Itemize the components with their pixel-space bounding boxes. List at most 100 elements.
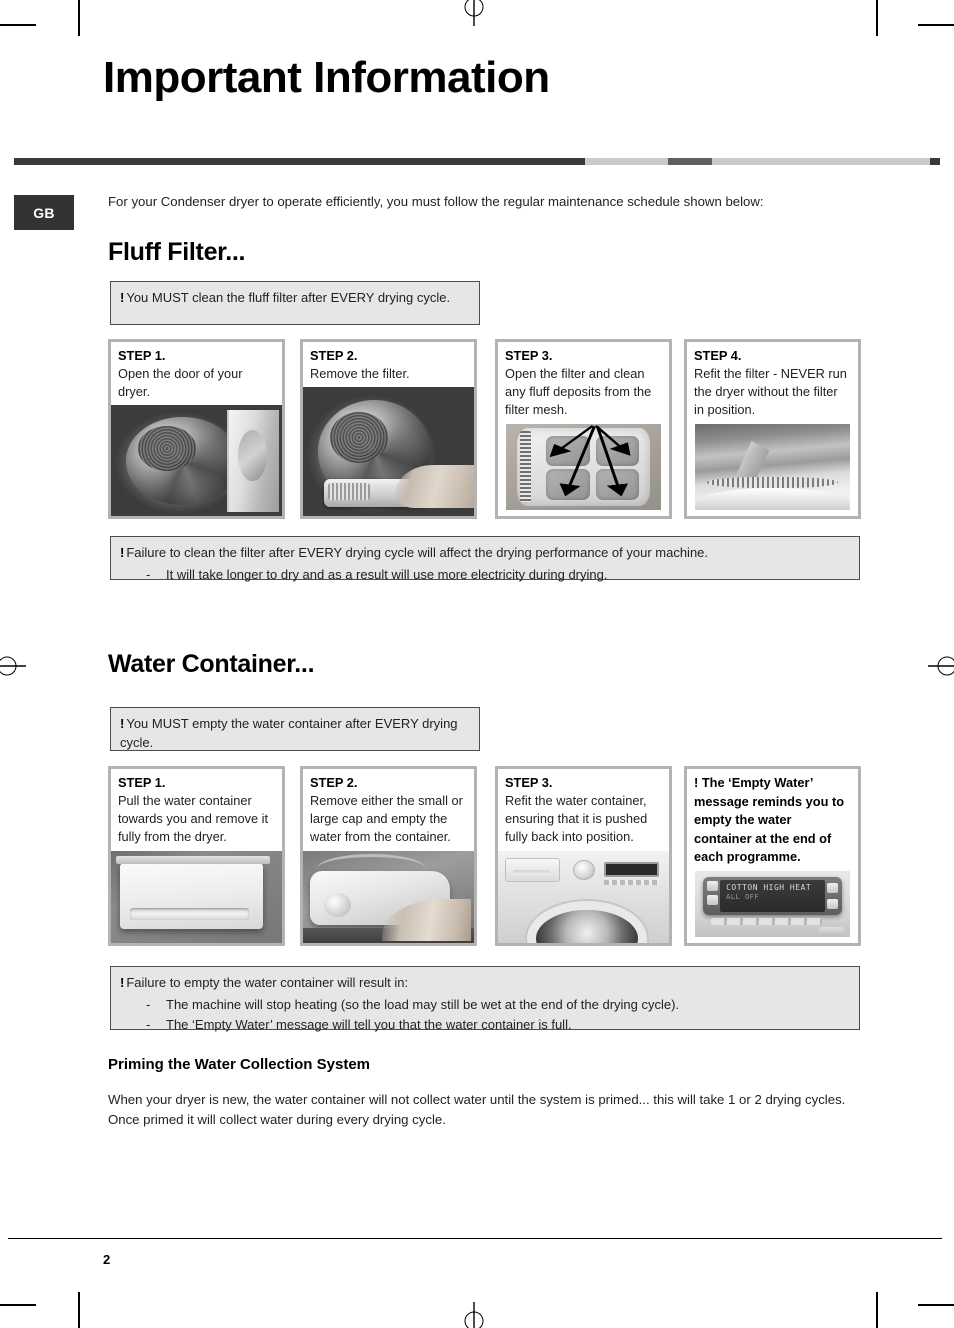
section-heading-water-container: Water Container... (108, 650, 315, 678)
tank-cap-shape (323, 893, 351, 918)
dryer-door-shape (227, 409, 279, 512)
document-page: Important Information GB For your Conden… (0, 0, 954, 1328)
refitting-filter-photo (695, 423, 850, 510)
callout-box-empty-water: ! The ‘Empty Water’ message reminds you … (684, 766, 861, 946)
notice-fluff-filter-must-clean: ! You MUST clean the fluff filter after E… (110, 281, 480, 325)
notice-text: You MUST empty the water container after… (120, 716, 458, 750)
priming-body-paragraph: When your dryer is new, the water contai… (108, 1092, 846, 1128)
lcd-screen-shape: COTTON HIGH HEAT ALL OFF (719, 880, 826, 912)
step-label: STEP 3. (505, 775, 553, 790)
water-container-drawer-photo (111, 850, 282, 943)
drum-rim-shape (695, 487, 850, 510)
callout-caption: ! The ‘Empty Water’ message reminds you … (687, 769, 858, 871)
header-rule-segment (585, 158, 668, 165)
language-badge: GB (14, 195, 74, 230)
dryer-door-open-photo (111, 405, 282, 516)
dryer-porthole-shape (535, 909, 639, 943)
brand-logo-shape (819, 927, 844, 936)
footer-rule (8, 1238, 942, 1239)
notice-water-container-failure: ! Failure to empty the water container wi… (110, 966, 860, 1035)
drawer-top-edge-shape (116, 856, 271, 865)
registration-mark-left (0, 650, 28, 682)
notice-bullet: The ‘Empty Water’ message will tell you … (120, 1015, 849, 1035)
display-side-button (826, 882, 838, 893)
crop-mark-top-right-vertical (876, 0, 878, 36)
display-panel-shape (604, 861, 659, 878)
step-box-fluff-2: STEP 2. Remove the filter. (300, 339, 477, 519)
step-caption: STEP 1. Open the door of your dryer. (111, 342, 282, 406)
notice-text: Failure to clean the filter after EVERY … (126, 545, 709, 560)
header-rule-segment (667, 158, 713, 165)
filter-blade-shape (735, 440, 770, 478)
control-lid-shape (504, 858, 560, 883)
notice-bullet: It will take longer to dry and as a resu… (120, 565, 849, 585)
notice-bullet-list: The machine will stop heating (so the lo… (120, 995, 849, 1035)
lcd-line-2: ALL OFF (726, 892, 760, 901)
registration-mark-bottom (458, 1300, 490, 1328)
step-caption: STEP 2. Remove the filter. (303, 342, 474, 388)
step-label: STEP 1. (118, 775, 166, 790)
crop-mark-top-left-vertical (78, 0, 80, 36)
crop-mark-bottom-left-horizontal (0, 1304, 36, 1306)
step-label: STEP 4. (694, 348, 742, 363)
exclamation-icon: ! (120, 975, 125, 990)
step-caption: STEP 2. Remove either the small or large… (303, 769, 474, 851)
page-number: 2 (103, 1252, 111, 1267)
step-text: Open the filter and clean any fluff depo… (505, 366, 652, 418)
crop-mark-top-right-horizontal (918, 24, 954, 26)
crop-mark-bottom-right-vertical (876, 1292, 878, 1328)
notice-water-container-must-empty: ! You MUST empty the water container afte… (110, 707, 480, 751)
header-rule (14, 158, 940, 165)
registration-mark-right (926, 650, 954, 682)
removing-filter-photo (303, 387, 474, 516)
page-title: Important Information (103, 53, 550, 102)
step-text: Refit the water container, ensuring that… (505, 793, 648, 845)
filter-mesh-arrows-photo (506, 423, 661, 510)
step-box-fluff-1: STEP 1. Open the door of your dryer. (108, 339, 285, 519)
subsection-heading-priming: Priming the Water Collection System (108, 1056, 370, 1073)
exclamation-icon: ! (120, 716, 125, 731)
lcd-display-photo: COTTON HIGH HEAT ALL OFF (695, 870, 850, 937)
step-text: Remove either the small or large cap and… (310, 793, 463, 845)
header-rule-segment (712, 158, 930, 165)
step-box-fluff-3: STEP 3. Open the filter and clean any fl… (495, 339, 672, 519)
notice-text: Failure to empty the water container wil… (126, 975, 409, 990)
registration-mark-top (458, 0, 490, 28)
emptying-container-photo (303, 850, 474, 943)
header-rule-segment (929, 158, 940, 165)
section-heading-fluff-filter: Fluff Filter... (108, 238, 246, 266)
dryer-front-photo (498, 850, 669, 943)
step-box-fluff-4: STEP 4. Refit the filter - NEVER run the… (684, 339, 861, 519)
callout-text: The ‘Empty Water’ message reminds you to… (694, 775, 845, 865)
drawer-handle-shape (129, 907, 250, 920)
step-text: Refit the filter - NEVER run the dryer w… (694, 366, 847, 418)
step-box-water-2: STEP 2. Remove either the small or large… (300, 766, 477, 946)
exclamation-icon: ! (120, 545, 125, 560)
display-side-button (826, 898, 838, 909)
cleaning-arrows-icon (549, 424, 631, 497)
step-text: Open the door of your dryer. (118, 366, 243, 400)
display-side-button (707, 880, 719, 891)
notice-text: You MUST clean the fluff filter after EV… (126, 290, 451, 305)
step-caption: STEP 3. Open the filter and clean any fl… (498, 342, 669, 424)
step-text: Remove the filter. (310, 366, 410, 382)
lcd-line-1: COTTON HIGH HEAT (726, 883, 812, 893)
step-text: Pull the water container towards you and… (118, 793, 269, 845)
hose-shape (316, 854, 427, 869)
step-label: STEP 3. (505, 348, 553, 363)
step-caption: STEP 4. Refit the filter - NEVER run the… (687, 342, 858, 424)
step-label: STEP 1. (118, 348, 166, 363)
crop-mark-bottom-right-horizontal (918, 1304, 954, 1306)
exclamation-icon: ! (694, 775, 699, 790)
crop-mark-bottom-left-vertical (78, 1292, 80, 1328)
step-label: STEP 2. (310, 348, 358, 363)
hand-shape (395, 464, 474, 509)
exclamation-icon: ! (120, 290, 125, 305)
button-row-shape (604, 880, 659, 885)
step-caption: STEP 3. Refit the water container, ensur… (498, 769, 669, 851)
control-button-strip-shape (710, 917, 823, 926)
crop-mark-top-left-horizontal (0, 24, 36, 26)
notice-fluff-filter-failure: ! Failure to clean the filter after EVERY… (110, 536, 860, 585)
step-label: STEP 2. (310, 775, 358, 790)
programme-knob-shape (573, 859, 596, 881)
